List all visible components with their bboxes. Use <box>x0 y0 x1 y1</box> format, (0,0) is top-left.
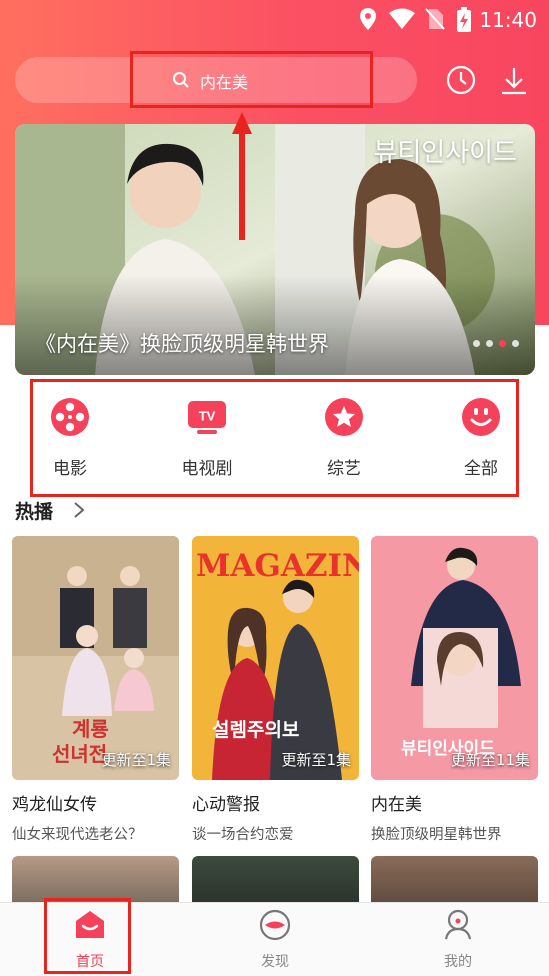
update-badge: 更新至1集 <box>101 751 171 769</box>
svg-text:설렘주의보: 설렘주의보 <box>212 719 299 741</box>
poster-art: 계룡 선녀전 <box>12 536 179 780</box>
card-subtitle: 仙女来现代选老公？ <box>12 827 143 843</box>
star-icon <box>325 398 363 436</box>
carousel-dot <box>512 340 519 347</box>
carousel-dot-active <box>499 340 506 347</box>
card-title: 鸡龙仙女传 <box>12 795 97 815</box>
chevron-right-icon[interactable] <box>73 501 85 519</box>
svg-text:계룡: 계룡 <box>72 717 109 741</box>
status-bar: 11:40 <box>0 0 549 38</box>
card-subtitle: 换脸顶级明星韩世界 <box>371 827 502 843</box>
no-sim-icon <box>425 8 445 30</box>
category-tv-series[interactable]: TV 电视剧 <box>167 396 247 479</box>
video-card[interactable] <box>371 856 538 906</box>
card-subtitle: 谈一场合约恋爱 <box>192 827 294 843</box>
video-card[interactable] <box>192 856 359 906</box>
discover-icon <box>259 909 291 941</box>
battery-charging-icon <box>457 7 471 32</box>
update-badge: 更新至1集 <box>281 751 351 769</box>
location-icon <box>360 8 376 30</box>
home-tab-highlight-box <box>44 898 131 974</box>
banner-korean-title: 뷰티인사이드 <box>373 138 517 168</box>
svg-text:선녀전: 선녀전 <box>52 742 107 766</box>
poster-image: MAGAZINE 설렘주의보 更新至1集 <box>192 536 359 780</box>
card-title: 心动警报 <box>192 795 260 815</box>
search-highlight-box <box>130 51 373 108</box>
poster-art: MAGAZINE 설렘주의보 <box>192 536 359 780</box>
category-label: 电影 <box>53 459 87 479</box>
tab-label: 发现 <box>261 954 289 970</box>
carousel-indicator <box>473 340 519 347</box>
tab-discover[interactable]: 发现 <box>235 905 315 971</box>
video-card[interactable]: 계룡 선녀전 更新至1集 鸡龙仙女传 仙女来现代选老公？ <box>12 536 179 844</box>
category-variety[interactable]: 综艺 <box>304 396 384 479</box>
category-label: 电视剧 <box>181 459 233 479</box>
category-movie[interactable]: 电影 <box>30 396 110 479</box>
annotation-arrow <box>232 112 252 240</box>
tab-label: 我的 <box>444 954 472 970</box>
poster-image: 계룡 선녀전 更新至1集 <box>12 536 179 780</box>
download-icon[interactable] <box>500 66 528 96</box>
smiley-icon <box>462 398 500 436</box>
poster-image: 뷰티인사이드 更新至11集 <box>371 536 538 780</box>
tv-icon: TV <box>188 401 226 434</box>
tab-profile[interactable]: 我的 <box>418 905 498 971</box>
category-label: 全部 <box>464 459 498 479</box>
category-label: 综艺 <box>327 459 361 479</box>
update-badge: 更新至11集 <box>450 751 530 769</box>
card-title: 内在美 <box>371 795 422 815</box>
svg-text:MAGAZINE: MAGAZINE <box>196 548 359 584</box>
banner-caption: 《内在美》换脸顶级明星韩世界 <box>35 332 329 356</box>
poster-art: 뷰티인사이드 <box>371 536 538 780</box>
film-reel-icon <box>51 398 89 436</box>
banner-carousel[interactable]: 뷰티인사이드 《内在美》换脸顶级明星韩世界 <box>15 124 535 375</box>
profile-icon <box>444 909 472 940</box>
svg-text:TV: TV <box>199 409 216 424</box>
carousel-dot <box>486 340 493 347</box>
video-card[interactable]: MAGAZINE 설렘주의보 更新至1集 心动警报 谈一场合约恋爱 <box>192 536 359 844</box>
section-title[interactable]: 热播 <box>15 497 53 524</box>
history-icon[interactable] <box>445 64 477 96</box>
carousel-dot <box>473 340 480 347</box>
category-all[interactable]: 全部 <box>441 396 521 479</box>
clock: 11:40 <box>479 8 537 32</box>
wifi-icon <box>389 8 415 29</box>
video-card[interactable]: 뷰티인사이드 更新至11集 内在美 换脸顶级明星韩世界 <box>371 536 538 844</box>
